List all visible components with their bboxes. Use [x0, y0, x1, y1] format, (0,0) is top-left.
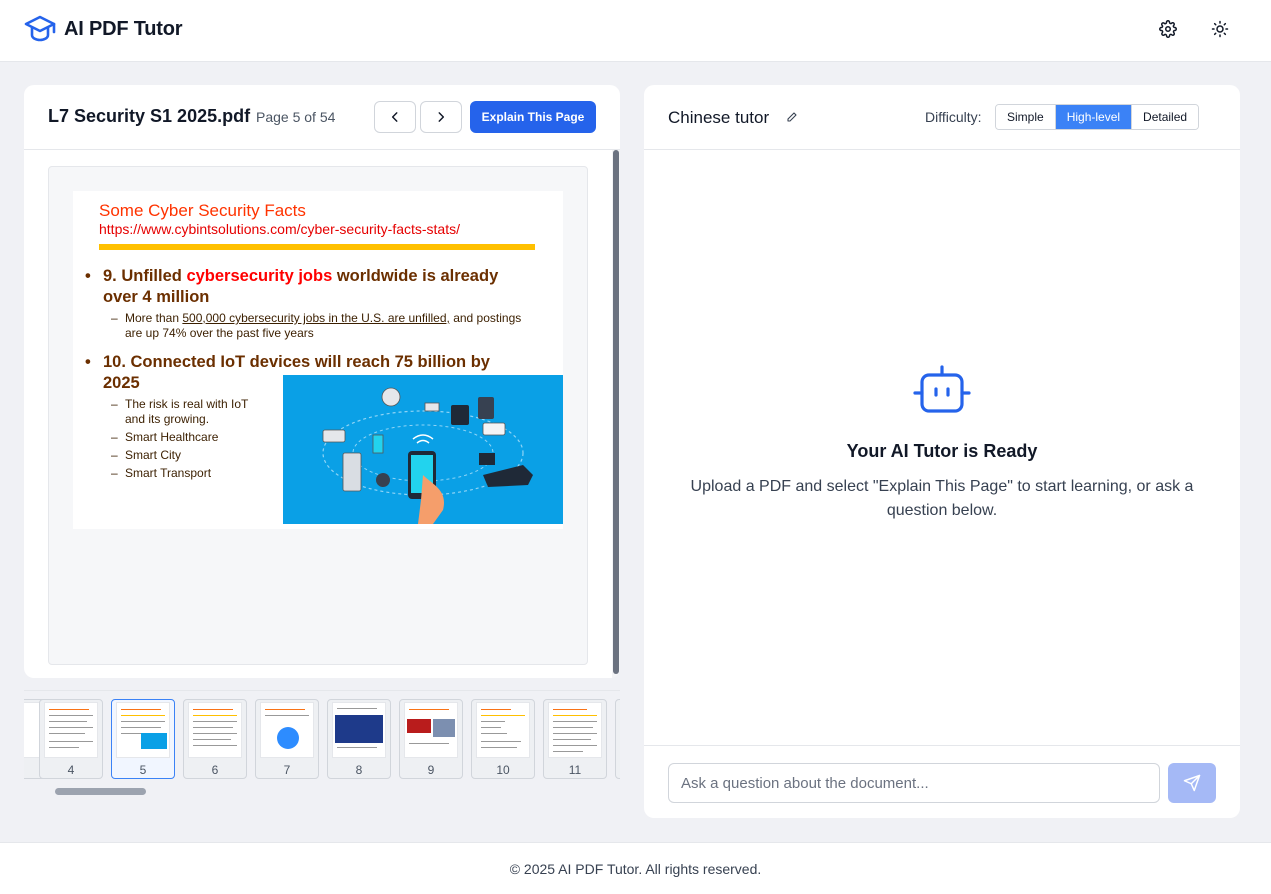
- question-input[interactable]: [668, 763, 1160, 803]
- gear-icon[interactable]: [1157, 18, 1179, 40]
- slide-bullet-1: • 9. Unfilled cybersecurity jobs worldwid…: [85, 266, 523, 308]
- explain-page-button[interactable]: Explain This Page: [470, 101, 596, 133]
- difficulty-label: Difficulty:: [925, 109, 982, 125]
- send-button[interactable]: [1168, 763, 1216, 803]
- thumbnail-page-8[interactable]: 8: [327, 699, 391, 779]
- next-page-button[interactable]: [420, 101, 462, 133]
- slide-page: Some Cyber Security Facts https://www.cy…: [73, 191, 563, 529]
- viewer-header: L7 Security S1 2025.pdf Page 5 of 54 Exp…: [24, 85, 620, 150]
- graduation-cap-icon: [24, 14, 56, 44]
- pencil-icon[interactable]: [786, 110, 800, 124]
- iot-illustration: [283, 375, 563, 524]
- footer: © 2025 AI PDF Tutor. All rights reserved…: [0, 842, 1271, 894]
- brand[interactable]: AI PDF Tutor: [24, 14, 183, 44]
- copyright-text: © 2025 AI PDF Tutor. All rights reserved…: [509, 861, 762, 877]
- document-title: L7 Security S1 2025.pdf: [48, 106, 251, 126]
- app-name: AI PDF Tutor: [64, 17, 183, 40]
- difficulty-detailed-button[interactable]: Detailed: [1132, 105, 1199, 129]
- thumbnail-number: 6: [211, 763, 219, 777]
- slide-title: Some Cyber Security Facts: [99, 201, 306, 220]
- chevron-left-icon: [391, 112, 398, 122]
- difficulty-simple-button[interactable]: Simple: [996, 105, 1056, 129]
- pdf-viewer-card: L7 Security S1 2025.pdf Page 5 of 54 Exp…: [24, 85, 620, 678]
- thumbnail-page-5[interactable]: 5: [111, 699, 175, 779]
- send-icon: [1183, 774, 1201, 792]
- bullet-dot: •: [85, 267, 91, 285]
- vertical-scrollbar[interactable]: [612, 150, 620, 678]
- sub-list-item: – Smart City: [111, 448, 182, 462]
- slide-url: https://www.cybintsolutions.com/cyber-se…: [99, 221, 460, 237]
- thumbnail-number: 7: [283, 763, 291, 777]
- horizontal-scrollbar[interactable]: [24, 787, 620, 795]
- thumbnail-page-11[interactable]: 11: [543, 699, 607, 779]
- sub-list-item: – Smart Transport: [111, 466, 212, 480]
- thumbnail-page-7[interactable]: 7: [255, 699, 319, 779]
- page-viewer: Some Cyber Security Facts https://www.cy…: [24, 150, 620, 678]
- thumbnail-page-6[interactable]: 6: [183, 699, 247, 779]
- thumbnail-page-10[interactable]: 10: [471, 699, 535, 779]
- thumbnail-number: 4: [67, 763, 75, 777]
- bullet-1-text-pre: 9. Unfilled: [103, 267, 187, 285]
- previous-page-button[interactable]: [374, 101, 416, 133]
- sub-1-pre: More than: [125, 311, 183, 325]
- tutor-name: Chinese tutor: [668, 108, 770, 127]
- thumbnail-page-9[interactable]: 9: [399, 699, 463, 779]
- page-indicator: Page 5 of 54: [256, 109, 336, 125]
- thumbnail-partial[interactable]: [615, 699, 620, 779]
- scrollbar-thumb[interactable]: [613, 150, 619, 674]
- chat-input-area: [644, 745, 1240, 818]
- top-bar: AI PDF Tutor: [0, 0, 1271, 62]
- dash: –: [111, 311, 118, 325]
- bullet-dot: •: [85, 353, 91, 371]
- tutor-header: Chinese tutor Difficulty: Simple High-le…: [644, 85, 1240, 150]
- sub-1-underline: 500,000 cybersecurity jobs in the U.S. a…: [182, 311, 450, 325]
- thumbnail-number: 10: [496, 763, 510, 777]
- difficulty-selector: Simple High-level Detailed: [995, 104, 1200, 130]
- thumbnail-number: 11: [568, 763, 582, 777]
- difficulty-high-level-button[interactable]: High-level: [1055, 105, 1133, 129]
- thumbnail-strip: 4 5 6 7 8 9 10 11: [24, 690, 620, 798]
- sun-icon[interactable]: [1209, 18, 1231, 40]
- chevron-right-icon: [438, 112, 445, 122]
- ready-title: Your AI Tutor is Ready: [846, 441, 1038, 461]
- thumbnail-number: 5: [139, 763, 147, 777]
- page-frame: Some Cyber Security Facts https://www.cy…: [48, 166, 588, 665]
- sub-list-item: – The risk is real with IoT and its growi…: [111, 397, 249, 426]
- tutor-panel: Chinese tutor Difficulty: Simple High-le…: [644, 85, 1240, 818]
- bullet-1-highlight: cybersecurity jobs: [186, 267, 333, 285]
- scrollbar-thumb[interactable]: [55, 788, 146, 795]
- slide-sub-list: – The risk is real with IoT and its growi…: [111, 397, 255, 484]
- thumbnail-page-4[interactable]: 4: [39, 699, 103, 779]
- ready-description: Upload a PDF and select "Explain This Pa…: [690, 478, 1194, 519]
- sub-list-item: – Smart Healthcare: [111, 430, 219, 444]
- robot-icon: [912, 365, 972, 422]
- thumbnail-number: 8: [355, 763, 363, 777]
- slide-sub-bullet-1: – More than 500,000 cybersecurity jobs in…: [111, 311, 525, 341]
- slide-divider: [99, 244, 535, 250]
- thumbnail-number: 9: [427, 763, 435, 777]
